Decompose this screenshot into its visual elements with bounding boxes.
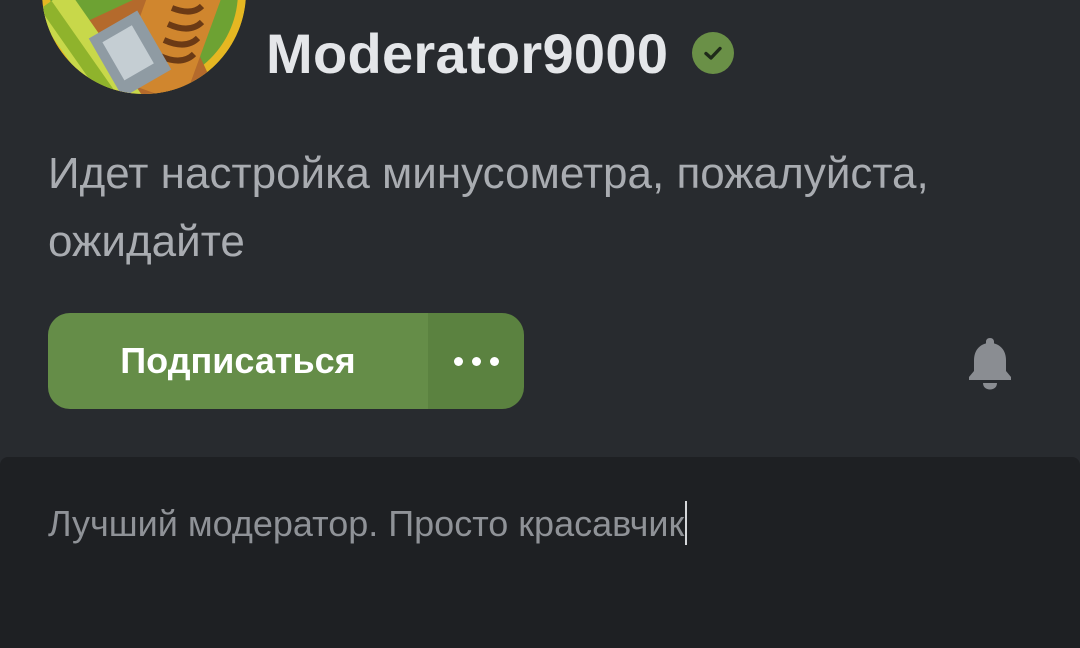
subscribe-button-group: Подписаться bbox=[48, 313, 524, 409]
avatar[interactable] bbox=[42, 0, 246, 94]
comment-input-area[interactable]: Лучший модератор. Просто красавчик bbox=[0, 457, 1080, 648]
text-caret bbox=[685, 501, 688, 546]
more-options-button[interactable] bbox=[428, 313, 524, 409]
bell-icon[interactable] bbox=[964, 334, 1016, 390]
subscribe-button[interactable]: Подписаться bbox=[48, 313, 428, 409]
comment-input[interactable]: Лучший модератор. Просто красавчик bbox=[48, 501, 688, 547]
avatar-image bbox=[42, 0, 246, 94]
verified-check-icon bbox=[692, 32, 735, 74]
profile-page: Moderator9000 Идет настройка минусометра… bbox=[0, 0, 1080, 648]
comment-text: Лучший модератор. Просто красавчик bbox=[48, 503, 685, 544]
more-dots-icon bbox=[489, 356, 499, 366]
more-dots-icon bbox=[453, 356, 463, 366]
more-dots-icon bbox=[471, 356, 481, 366]
status-text: Идет настройка минусометра, пожалуйста, … bbox=[48, 149, 929, 266]
username[interactable]: Moderator9000 bbox=[266, 21, 668, 86]
username-row: Moderator9000 bbox=[266, 18, 735, 88]
